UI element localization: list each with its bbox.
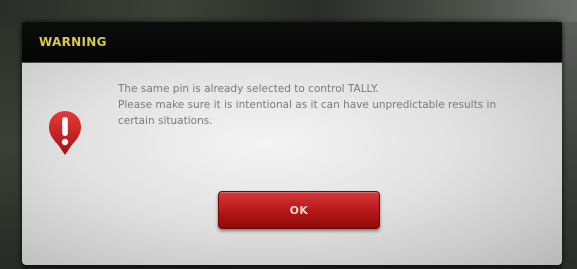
ok-button-label: OK <box>289 203 309 217</box>
message-line: certain situations. <box>118 115 213 127</box>
ok-button[interactable]: OK <box>218 191 380 229</box>
background-left-edge <box>0 22 22 269</box>
message-line: Please make sure it is intentional as it… <box>118 99 497 111</box>
dialog-title: WARNING <box>39 35 107 49</box>
background-app-area <box>0 0 577 22</box>
warning-message: The same pin is already selected to cont… <box>118 81 548 129</box>
screen: WARNING The same pin is already selected… <box>0 0 577 269</box>
exclamation-warning-icon <box>49 111 81 155</box>
dialog-body: The same pin is already selected to cont… <box>22 63 562 265</box>
message-line: The same pin is already selected to cont… <box>118 83 379 95</box>
warning-dialog: WARNING The same pin is already selected… <box>22 22 562 265</box>
background-right-edge <box>562 22 577 269</box>
dialog-header: WARNING <box>22 22 562 63</box>
